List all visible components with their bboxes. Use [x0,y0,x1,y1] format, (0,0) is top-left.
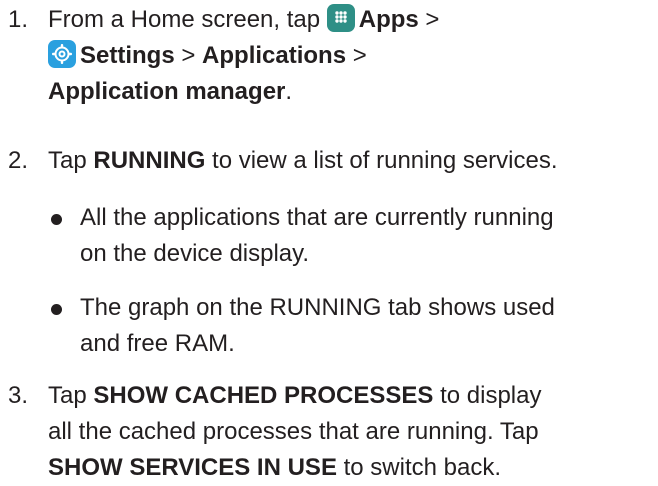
show-cached-processes-label: SHOW CACHED PROCESSES [93,382,434,409]
step-line: Settings > Applications > [48,38,653,74]
step-line: SHOW SERVICES IN USE to switch back. [48,450,653,486]
step-text: Tap SHOW CACHED PROCESSES to display all… [48,378,653,486]
bullet-text: The graph on the RUNNING tab shows used … [80,290,655,362]
step-line: From a Home screen, tap Apps > [48,2,653,38]
step-number: 3. [8,382,29,409]
bullet-line: The graph on the RUNNING tab shows used [80,294,555,321]
step-text: From a Home screen, tap Apps > Settings … [48,2,653,110]
apps-label: Apps [358,6,419,33]
application-manager-label: Application manager [48,78,286,105]
bullet-line: and free RAM. [80,330,235,357]
step-text: Tap RUNNING to view a list of running se… [48,143,653,179]
settings-label: Settings [80,42,175,69]
bullet-dot [51,214,62,225]
instruction-document: 1. From a Home screen, tap Apps > Settin… [0,0,658,481]
step-number: 2. [8,147,29,174]
step-prefix: Tap [48,382,94,409]
step-mid: to display [433,382,542,409]
show-services-in-use-label: SHOW SERVICES IN USE [48,454,337,481]
period: . [285,78,293,105]
bullet-text: All the applications that are currently … [80,200,655,272]
step-end: to switch back. [336,454,502,481]
running-label: RUNNING [93,147,206,174]
step-line: all the cached processes that are runnin… [48,418,539,445]
bullet-line: on the device display. [80,240,310,267]
separator: > [174,42,203,69]
settings-gear-icon [48,40,76,68]
separator: > [346,42,367,69]
step-prefix: From a Home screen, tap [48,6,327,33]
separator: > [418,6,440,33]
step-line: Application manager. [48,74,653,110]
step-number: 1. [8,6,29,33]
step-suffix: to view a list of running services. [205,147,558,174]
bullet-line: All the applications that are currently … [80,204,554,231]
bullet-dot [51,304,62,315]
apps-grid-icon [326,4,355,32]
step-line: Tap SHOW CACHED PROCESSES to display [48,378,653,414]
applications-label: Applications [202,42,347,69]
step-prefix: Tap [48,147,94,174]
